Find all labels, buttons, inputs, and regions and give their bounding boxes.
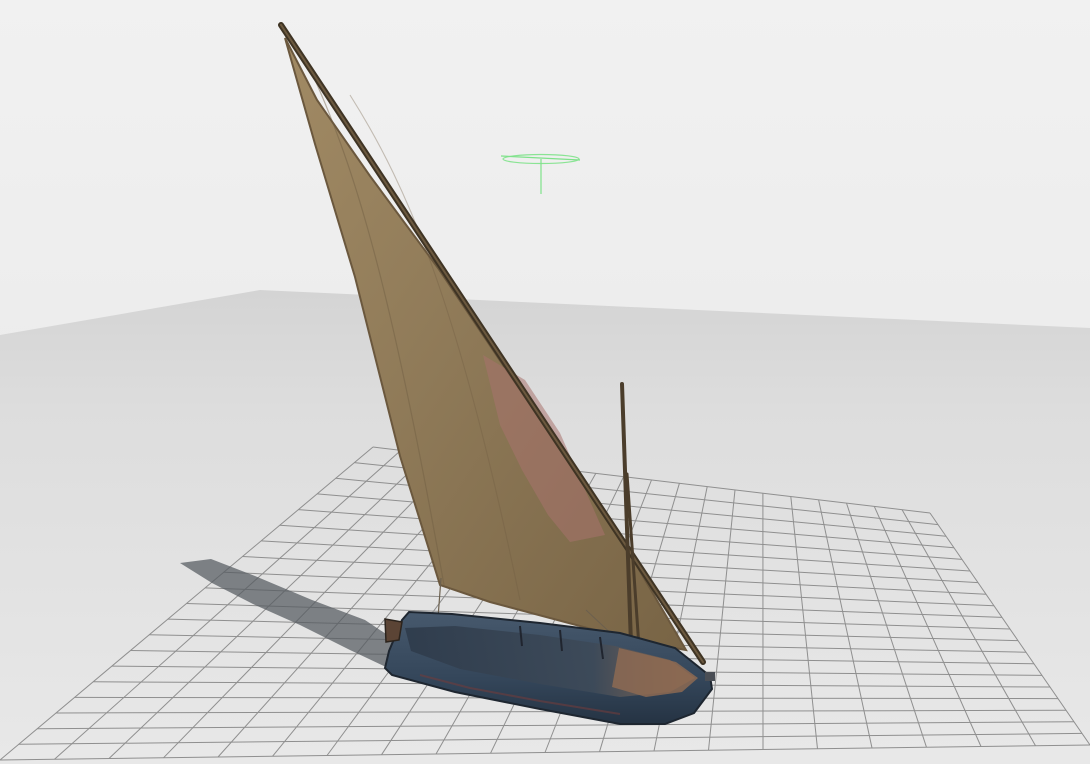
3d-viewport[interactable] [0, 0, 1090, 764]
rudder [384, 618, 403, 643]
bow-fitting [705, 672, 715, 681]
scene-canvas[interactable] [0, 0, 1090, 764]
